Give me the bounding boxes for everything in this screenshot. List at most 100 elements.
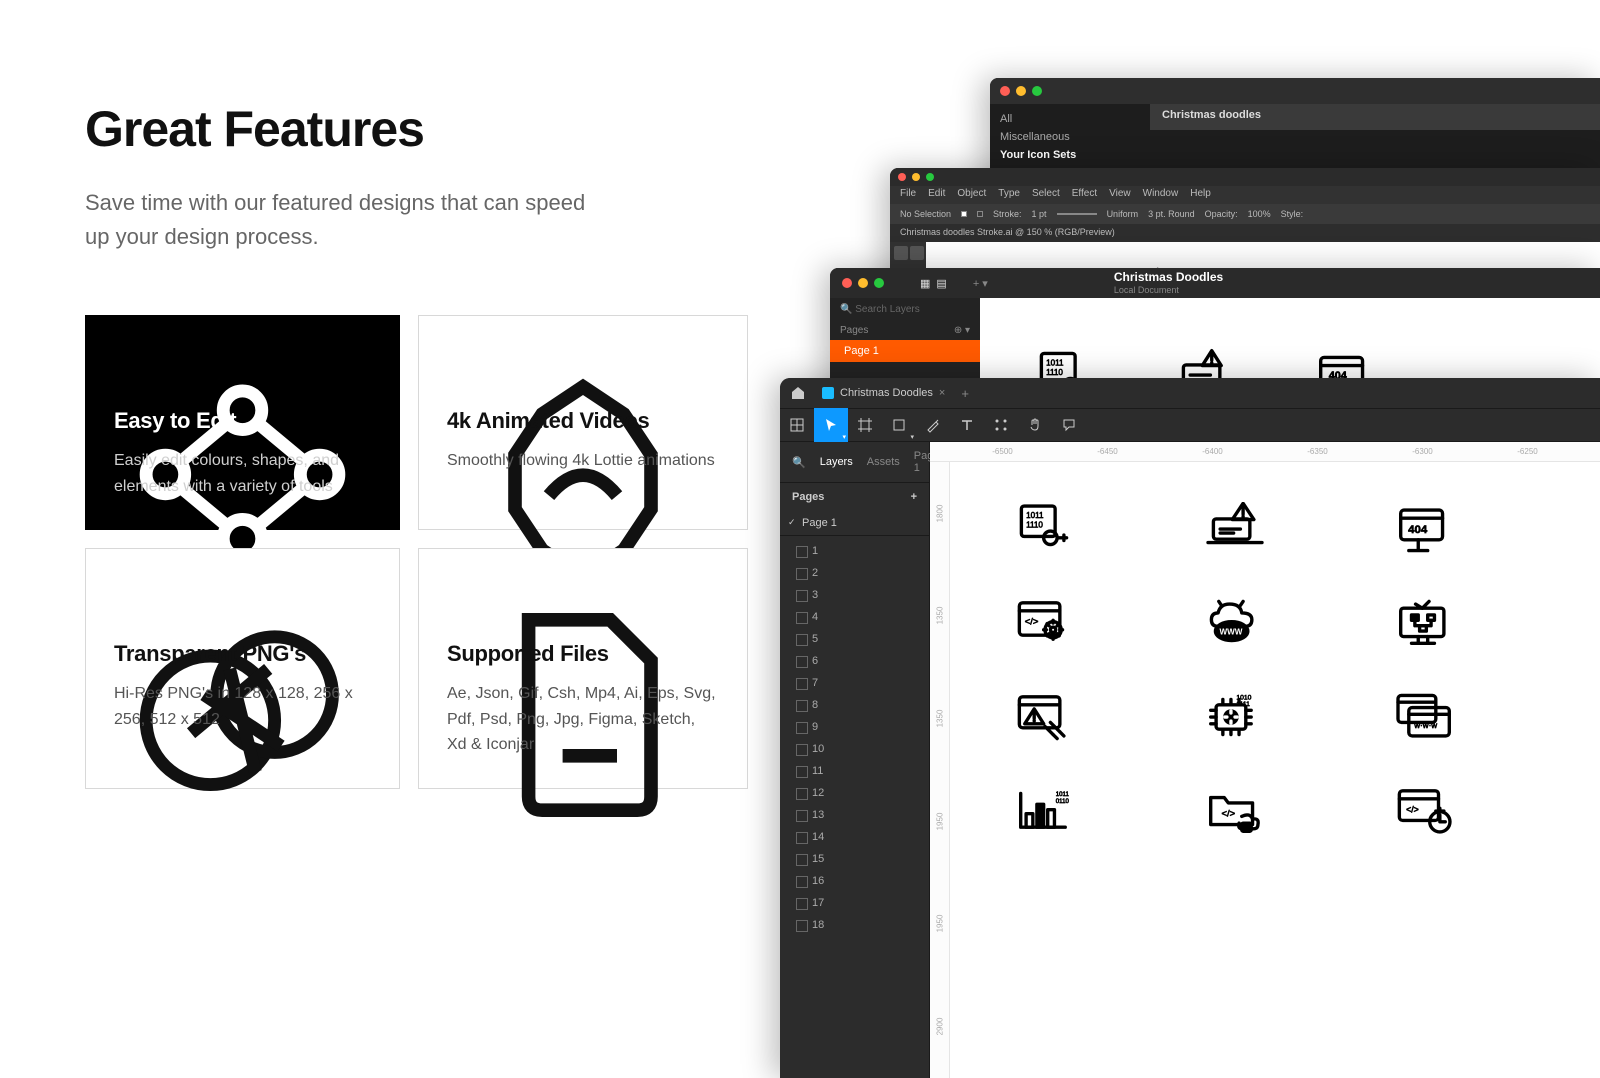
svg-text:404: 404 — [1408, 524, 1428, 536]
layer-item[interactable]: 12 — [780, 782, 929, 804]
add-page-icon[interactable]: ⊕ ▾ — [954, 325, 970, 336]
hand-tool-icon[interactable] — [1018, 408, 1052, 442]
layer-item[interactable]: 2 — [780, 562, 929, 584]
ruler-tick: -6250 — [1517, 447, 1537, 456]
layer-item[interactable]: 17 — [780, 892, 929, 914]
pen-tool-icon[interactable] — [916, 408, 950, 442]
layer-item[interactable]: 5 — [780, 628, 929, 650]
shape-tool-icon[interactable]: ▾ — [882, 408, 916, 442]
tv-network-icon[interactable] — [1390, 596, 1460, 650]
svg-text:WWW: WWW — [1219, 627, 1242, 636]
figma-file-icon — [822, 387, 834, 399]
layer-item[interactable]: 16 — [780, 870, 929, 892]
layer-item[interactable]: 14 — [780, 826, 929, 848]
opacity-value[interactable]: 100% — [1248, 209, 1271, 219]
file-icon — [447, 579, 719, 615]
menu-edit[interactable]: Edit — [928, 188, 945, 202]
ruler-tick: 1350 — [935, 607, 944, 625]
search-icon[interactable]: 🔍 — [792, 456, 806, 469]
close-icon[interactable] — [1000, 86, 1010, 96]
layer-item[interactable]: 7 — [780, 672, 929, 694]
browser-warning-icon[interactable] — [1010, 690, 1080, 744]
style-label: Style: — [1281, 209, 1304, 219]
menu-window[interactable]: Window — [1143, 188, 1179, 202]
folder-code-icon[interactable]: </> — [1200, 784, 1270, 838]
laptop-warning-icon[interactable] — [1200, 502, 1270, 556]
feature-card-files: Supported Files Ae, Json, Gif, Csh, Mp4,… — [418, 548, 748, 789]
stroke-profile[interactable]: Uniform — [1107, 209, 1139, 219]
binary-file-icon[interactable]: 10111110 — [1010, 502, 1080, 556]
close-icon[interactable] — [898, 173, 906, 181]
menu-help[interactable]: Help — [1190, 188, 1211, 202]
tab-label: Christmas Doodles — [840, 387, 933, 399]
svg-text:w·w·w: w·w·w — [1413, 721, 1437, 730]
bar-chart-icon[interactable]: 10110110 — [1010, 784, 1080, 838]
stroke-value[interactable]: 1 pt — [1032, 209, 1047, 219]
layer-item[interactable]: 9 — [780, 716, 929, 738]
minimize-icon[interactable] — [912, 173, 920, 181]
fill-swatch-icon[interactable] — [961, 211, 967, 217]
figma-canvas[interactable]: -6500-6450-6400-6350-6300-6250 180013501… — [930, 442, 1600, 1078]
page-item-1[interactable]: Page 1 — [830, 340, 980, 362]
add-button[interactable]: + ▾ — [973, 277, 988, 290]
tool-icon[interactable] — [894, 246, 908, 260]
maximize-icon[interactable] — [1032, 86, 1042, 96]
figma-menu-icon[interactable] — [780, 408, 814, 442]
new-tab-icon[interactable]: + — [961, 386, 969, 401]
close-icon[interactable] — [842, 278, 852, 288]
sidebar-all[interactable]: All — [1000, 110, 1140, 128]
figma-tabs: Christmas Doodles × + — [780, 378, 1600, 408]
browser-www-icon[interactable]: w·w·w — [1390, 690, 1460, 744]
view-grid-icon[interactable]: ▤ — [936, 277, 946, 290]
layer-item[interactable]: 1 — [780, 540, 929, 562]
brush-preset[interactable]: 3 pt. Round — [1148, 209, 1195, 219]
maximize-icon[interactable] — [874, 278, 884, 288]
doc-name: Christmas Doodles — [1114, 270, 1223, 284]
browser-404-icon[interactable]: 404 — [1390, 502, 1460, 556]
layer-item[interactable]: 18 — [780, 914, 929, 936]
ruler-tick: 2900 — [935, 1018, 944, 1036]
svg-text:1011: 1011 — [1026, 511, 1044, 520]
hero-section: Great Features Save time with our featur… — [85, 100, 735, 254]
layers-tab[interactable]: Layers — [820, 456, 853, 468]
search-layers-input[interactable]: 🔍 Search Layers — [830, 298, 980, 321]
tool-icon[interactable] — [910, 246, 924, 260]
cloud-www-icon[interactable]: WWW — [1200, 596, 1270, 650]
menu-type[interactable]: Type — [998, 188, 1020, 202]
layer-item[interactable]: 4 — [780, 606, 929, 628]
figma-home-icon[interactable] — [790, 385, 806, 401]
menu-select[interactable]: Select — [1032, 188, 1060, 202]
frame-tool-icon[interactable] — [848, 408, 882, 442]
figma-left-panel: 🔍 Layers Assets Page 1 ▾ Pages+ Page 1 1… — [780, 442, 930, 1078]
menu-file[interactable]: File — [900, 188, 916, 202]
layer-item[interactable]: 8 — [780, 694, 929, 716]
menu-effect[interactable]: Effect — [1072, 188, 1097, 202]
sidebar-toggle-icon[interactable]: ▦ — [920, 277, 930, 290]
page-item[interactable]: Page 1 — [780, 511, 929, 535]
stroke-swatch-icon[interactable] — [977, 211, 983, 217]
menu-object[interactable]: Object — [957, 188, 986, 202]
resources-tool-icon[interactable] — [984, 408, 1018, 442]
layer-item[interactable]: 10 — [780, 738, 929, 760]
layer-item[interactable]: 6 — [780, 650, 929, 672]
add-page-icon[interactable]: + — [911, 491, 917, 503]
minimize-icon[interactable] — [858, 278, 868, 288]
browser-timer-icon[interactable]: </> — [1390, 784, 1460, 838]
move-tool-icon[interactable]: ▾ — [814, 408, 848, 442]
illustrator-doc-tab[interactable]: Christmas doodles Stroke.ai @ 150 % (RGB… — [890, 224, 1600, 242]
chip-gear-icon[interactable]: 10101111 — [1200, 690, 1270, 744]
comment-tool-icon[interactable] — [1052, 408, 1086, 442]
layer-item[interactable]: 13 — [780, 804, 929, 826]
minimize-icon[interactable] — [1016, 86, 1026, 96]
maximize-icon[interactable] — [926, 173, 934, 181]
layer-item[interactable]: 11 — [780, 760, 929, 782]
layer-item[interactable]: 3 — [780, 584, 929, 606]
text-tool-icon[interactable] — [950, 408, 984, 442]
menu-view[interactable]: View — [1109, 188, 1131, 202]
close-tab-icon[interactable]: × — [939, 387, 945, 399]
assets-tab[interactable]: Assets — [867, 456, 900, 468]
sidebar-misc[interactable]: Miscellaneous — [1000, 128, 1140, 146]
layer-item[interactable]: 15 — [780, 848, 929, 870]
figma-file-tab[interactable]: Christmas Doodles × — [814, 383, 953, 403]
browser-gear-icon[interactable]: </> — [1010, 596, 1080, 650]
